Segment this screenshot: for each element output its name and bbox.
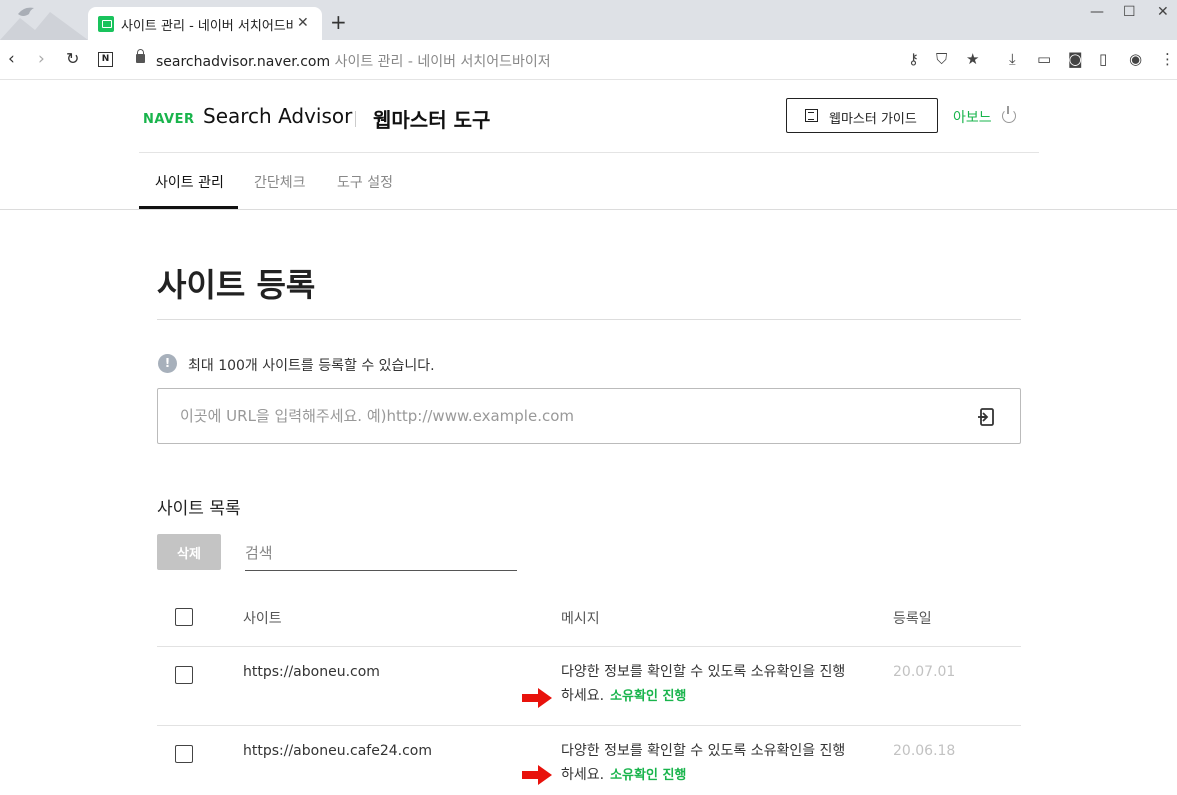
browser-tabstrip: 사이트 관리 - 네이버 서치어드바이저 ✕ + — ☐ ✕ [0, 0, 1177, 40]
site-search-input[interactable] [245, 536, 517, 571]
site-url[interactable]: https://aboneu.cafe24.com [243, 743, 432, 759]
profile-icon[interactable]: ◉ [1129, 50, 1142, 68]
delete-button[interactable]: 삭제 [157, 534, 221, 570]
row-checkbox[interactable] [175, 666, 193, 684]
back-icon[interactable]: ‹ [8, 49, 15, 69]
shield-icon[interactable]: ⛉ [936, 50, 947, 68]
tab-site-management[interactable]: 사이트 관리 [155, 172, 224, 192]
url-host: searchadvisor.naver.com [156, 54, 331, 70]
registration-date: 20.06.18 [893, 743, 956, 759]
browser-tab-active[interactable]: 사이트 관리 - 네이버 서치어드바이저 ✕ [88, 7, 322, 40]
site-url[interactable]: https://aboneu.com [243, 664, 380, 680]
submit-enter-icon[interactable] [975, 407, 995, 427]
url-page-title: 사이트 관리 - 네이버 서치어드바이저 [334, 54, 551, 70]
minimize-icon[interactable]: — [1090, 4, 1104, 20]
row-message: 다양한 정보를 확인할 수 있도록 소유확인을 진행 하세요. 소유확인 진행 [561, 743, 846, 783]
column-header-message: 메시지 [561, 611, 600, 627]
browser-omnibar: ‹ › ↻ N searchadvisor.naver.com 사이트 관리 -… [0, 40, 1177, 80]
page-title: 사이트 등록 [157, 266, 316, 304]
verify-ownership-link[interactable]: 소유확인 진행 [610, 689, 686, 704]
guide-book-icon [805, 109, 818, 122]
naver-logo[interactable]: NAVER [143, 112, 195, 127]
site-favicon-icon [98, 16, 114, 32]
camera-icon[interactable]: ◙ [1068, 50, 1083, 68]
header-divider [355, 111, 356, 127]
row-divider [157, 725, 1021, 726]
browser-theme-bird-icon [0, 7, 88, 40]
nav-divider-line [0, 209, 1177, 210]
title-divider [157, 319, 1021, 320]
reader-icon[interactable]: ▯ [1099, 50, 1107, 68]
column-header-date: 등록일 [893, 611, 932, 627]
tab-close-icon[interactable]: ✕ [297, 15, 309, 31]
red-arrow-icon [522, 765, 552, 785]
tab-title: 사이트 관리 - 네이버 서치어드바이저 [121, 19, 293, 34]
guide-button-label: 웹마스터 가이드 [829, 112, 917, 127]
row-message: 다양한 정보를 확인할 수 있도록 소유확인을 진행 하세요. 소유확인 진행 [561, 664, 846, 704]
forward-icon[interactable]: › [38, 49, 45, 69]
tab-tool-settings[interactable]: 도구 설정 [337, 172, 393, 192]
video-icon[interactable]: ▭ [1037, 50, 1051, 68]
webmaster-tool-title[interactable]: 웹마스터 도구 [373, 104, 490, 133]
address-bar[interactable]: searchadvisor.naver.com 사이트 관리 - 네이버 서치어… [156, 51, 551, 71]
key-icon[interactable]: ⚷ [908, 50, 919, 68]
user-name[interactable]: 아보느 [953, 107, 992, 127]
search-advisor-brand[interactable]: Search Advisor [203, 104, 352, 128]
webmaster-guide-button[interactable]: 웹마스터 가이드 [786, 98, 938, 133]
info-text: 최대 100개 사이트를 등록할 수 있습니다. [188, 358, 435, 374]
new-tab-button[interactable]: + [330, 12, 347, 32]
reload-icon[interactable]: ↻ [66, 49, 79, 68]
star-icon[interactable]: ★ [966, 50, 979, 68]
lock-icon[interactable] [136, 49, 145, 63]
registration-date: 20.07.01 [893, 664, 956, 680]
table-header-divider [157, 646, 1021, 647]
window-close-icon[interactable]: ✕ [1157, 4, 1169, 20]
site-url-input[interactable] [157, 388, 1021, 444]
red-arrow-icon [522, 688, 552, 708]
tab-simple-check[interactable]: 간단체크 [254, 172, 306, 192]
row-checkbox[interactable] [175, 745, 193, 763]
column-header-site: 사이트 [243, 611, 282, 627]
maximize-icon[interactable]: ☐ [1123, 4, 1136, 20]
logout-power-icon[interactable] [1002, 106, 1016, 123]
header-divider-line [139, 152, 1039, 153]
info-icon: ! [158, 354, 177, 373]
select-all-checkbox[interactable] [175, 608, 193, 626]
site-list-title: 사이트 목록 [157, 499, 241, 519]
download-icon[interactable]: ⤓ [1009, 50, 1016, 68]
verify-ownership-link[interactable]: 소유확인 진행 [610, 768, 686, 783]
naver-n-extension-icon[interactable]: N [98, 52, 113, 67]
menu-icon[interactable]: ⋮ [1160, 50, 1175, 68]
